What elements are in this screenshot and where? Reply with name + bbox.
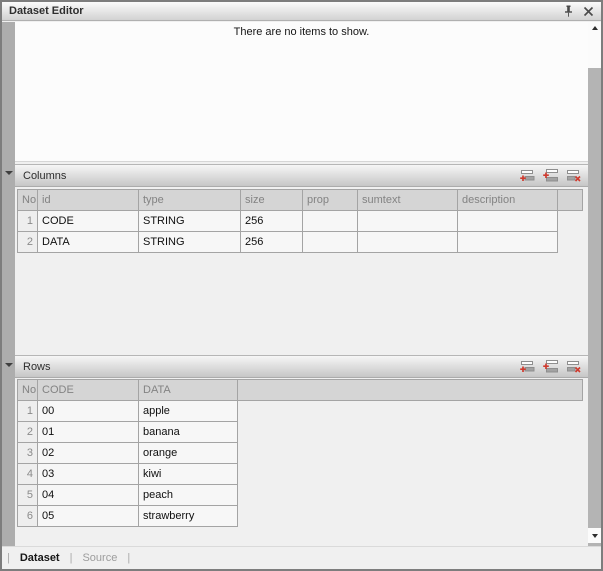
- row-number-cell: 4: [18, 464, 38, 485]
- table-row: 100apple: [18, 401, 583, 422]
- table-row: 403kiwi: [18, 464, 583, 485]
- data-cell[interactable]: 04: [38, 485, 139, 506]
- data-cell[interactable]: [358, 211, 458, 232]
- rows-toolbar: [520, 360, 588, 373]
- tab-separator: |: [7, 552, 10, 564]
- column-header-filler: [238, 380, 583, 401]
- left-gutter: [2, 22, 15, 546]
- data-cell[interactable]: 02: [38, 443, 139, 464]
- scrollbar-up-icon[interactable]: [588, 22, 601, 34]
- data-cell[interactable]: banana: [139, 422, 238, 443]
- row-number-cell: 2: [18, 232, 38, 253]
- row-number-cell: 1: [18, 401, 38, 422]
- data-cell[interactable]: 01: [38, 422, 139, 443]
- vertical-scrollbar[interactable]: [588, 22, 601, 546]
- rows-section-title: Rows: [15, 361, 520, 373]
- add-row-icon[interactable]: [520, 169, 535, 182]
- columns-grid-header-row: No id type size prop sumtext description: [18, 190, 583, 211]
- rows-grid-header-row: No CODE DATA: [18, 380, 583, 401]
- data-cell[interactable]: [458, 232, 558, 253]
- row-number-cell: 2: [18, 422, 38, 443]
- collapse-rows-chevron-down-icon[interactable]: [5, 361, 13, 369]
- table-row: 1CODESTRING256: [18, 211, 583, 232]
- tab-separator: |: [70, 552, 73, 564]
- data-cell[interactable]: CODE: [38, 211, 139, 232]
- table-row: 2DATASTRING256: [18, 232, 583, 253]
- columns-section-header: Columns: [15, 164, 588, 187]
- pin-icon[interactable]: [562, 5, 575, 18]
- columns-section-title: Columns: [15, 170, 520, 182]
- data-cell[interactable]: 256: [241, 211, 303, 232]
- delete-row-icon[interactable]: [566, 360, 581, 373]
- add-row-icon[interactable]: [520, 360, 535, 373]
- rows-section-header: Rows: [15, 355, 588, 378]
- column-header-filler: [558, 190, 583, 211]
- row-number-cell: 3: [18, 443, 38, 464]
- data-cell[interactable]: apple: [139, 401, 238, 422]
- table-row: 302orange: [18, 443, 583, 464]
- row-number-cell: 6: [18, 506, 38, 527]
- data-cell[interactable]: STRING: [139, 211, 241, 232]
- data-cell[interactable]: 00: [38, 401, 139, 422]
- columns-grid: No id type size prop sumtext description…: [17, 189, 583, 253]
- empty-message: There are no items to show.: [234, 26, 370, 38]
- scrollbar-down-icon[interactable]: [588, 528, 601, 543]
- column-header: CODE: [38, 380, 139, 401]
- tab-dataset[interactable]: Dataset: [20, 552, 60, 564]
- data-cell[interactable]: kiwi: [139, 464, 238, 485]
- tab-source[interactable]: Source: [82, 552, 117, 564]
- columns-toolbar: [520, 169, 588, 182]
- tabbar: | Dataset | Source |: [2, 546, 601, 569]
- table-row: 605strawberry: [18, 506, 583, 527]
- column-header: prop: [303, 190, 358, 211]
- data-cell[interactable]: orange: [139, 443, 238, 464]
- close-icon[interactable]: [582, 5, 595, 18]
- data-cell[interactable]: [358, 232, 458, 253]
- data-cell[interactable]: DATA: [38, 232, 139, 253]
- data-cell[interactable]: 05: [38, 506, 139, 527]
- data-cell[interactable]: 256: [241, 232, 303, 253]
- insert-row-icon[interactable]: [543, 360, 558, 373]
- content-area: There are no items to show. Columns: [2, 22, 601, 546]
- titlebar-buttons: [562, 5, 601, 18]
- insert-row-icon[interactable]: [543, 169, 558, 182]
- data-cell[interactable]: [303, 232, 358, 253]
- table-row: 201banana: [18, 422, 583, 443]
- data-cell[interactable]: [458, 211, 558, 232]
- data-cell[interactable]: peach: [139, 485, 238, 506]
- collapse-columns-chevron-down-icon[interactable]: [5, 169, 13, 177]
- window-title: Dataset Editor: [2, 5, 562, 17]
- data-cell[interactable]: strawberry: [139, 506, 238, 527]
- scrollbar-thumb[interactable]: [588, 34, 601, 68]
- data-cell[interactable]: [303, 211, 358, 232]
- column-header: No: [18, 190, 38, 211]
- column-header: No: [18, 380, 38, 401]
- column-header: size: [241, 190, 303, 211]
- tab-separator: |: [127, 552, 130, 564]
- data-cell[interactable]: 03: [38, 464, 139, 485]
- row-number-cell: 5: [18, 485, 38, 506]
- dataset-editor-window: Dataset Editor: [0, 0, 603, 571]
- column-header: id: [38, 190, 139, 211]
- column-header: DATA: [139, 380, 238, 401]
- main-panel: There are no items to show. Columns: [15, 22, 588, 546]
- column-header: type: [139, 190, 241, 211]
- titlebar: Dataset Editor: [2, 2, 601, 21]
- table-row: 504peach: [18, 485, 583, 506]
- column-header: description: [458, 190, 558, 211]
- items-empty-panel: There are no items to show.: [15, 22, 588, 162]
- rows-grid: No CODE DATA 100apple201banana302orange4…: [17, 379, 583, 527]
- data-cell[interactable]: STRING: [139, 232, 241, 253]
- row-number-cell: 1: [18, 211, 38, 232]
- delete-row-icon[interactable]: [566, 169, 581, 182]
- column-header: sumtext: [358, 190, 458, 211]
